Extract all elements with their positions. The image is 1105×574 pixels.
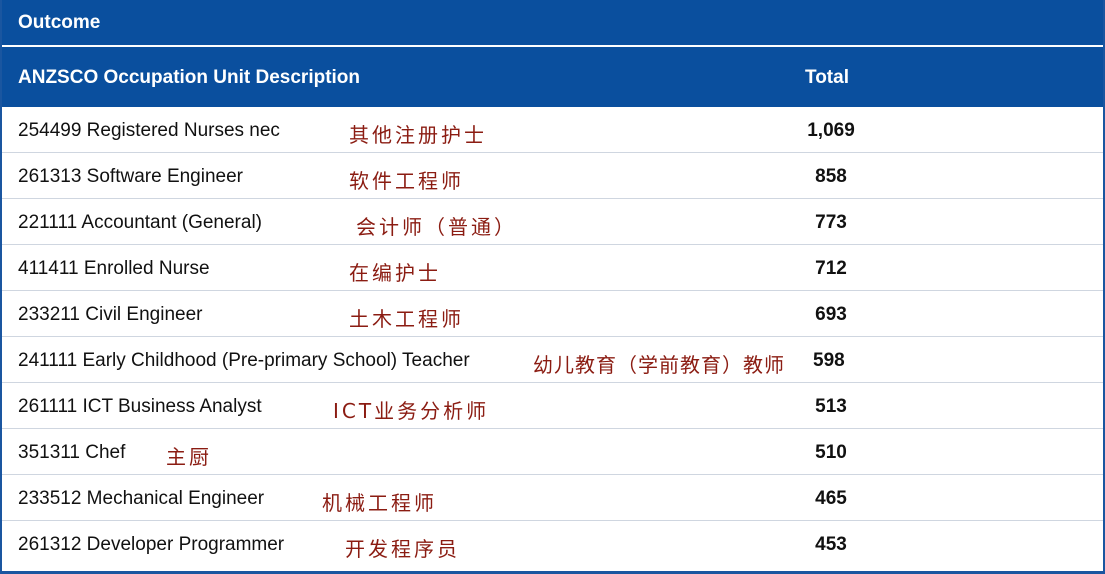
table-row: 351311 Chef 主厨 510 [2, 429, 1103, 475]
table-row: 261313 Software Engineer 软件工程师 858 [2, 153, 1103, 199]
occupation-chinese-name: 土木工程师 [349, 307, 464, 331]
occupation-description: 411411 Enrolled Nurse [18, 258, 210, 279]
table-row: 411411 Enrolled Nurse 在编护士 712 [2, 245, 1103, 291]
occupation-chinese-name: 在编护士 [349, 261, 441, 285]
table-body: 254499 Registered Nurses nec 其他注册护士 1,06… [2, 107, 1103, 567]
occupation-total: 773 [815, 212, 847, 233]
occupation-total: 513 [815, 396, 847, 417]
occupation-description: 233211 Civil Engineer [18, 304, 203, 325]
occupation-chinese-name: ICT业务分析师 [333, 399, 490, 423]
occupation-description: 261312 Developer Programmer [18, 534, 285, 555]
table-row: 221111 Accountant (General) 会计师（普通） 773 [2, 199, 1103, 245]
occupation-chinese-name: 开发程序员 [345, 537, 460, 561]
table-row: 241111 Early Childhood (Pre-primary Scho… [2, 337, 1103, 383]
column-header-total: Total [805, 67, 849, 88]
occupation-chinese-name: 会计师（普通） [356, 215, 517, 239]
occupation-table: Outcome ANZSCO Occupation Unit Descripti… [0, 0, 1105, 574]
occupation-description: 221111 Accountant (General) [18, 212, 262, 233]
occupation-chinese-name: 软件工程师 [349, 169, 464, 193]
occupation-description: 241111 Early Childhood (Pre-primary Scho… [18, 350, 470, 371]
occupation-total: 465 [815, 488, 847, 509]
occupation-chinese-name: 其他注册护士 [349, 123, 487, 147]
occupation-total: 453 [815, 534, 847, 555]
table-caption: Outcome [2, 0, 1103, 47]
table-row: 261312 Developer Programmer 开发程序员 453 [2, 521, 1103, 567]
occupation-description: 261313 Software Engineer [18, 166, 243, 187]
occupation-total: 598 [813, 350, 845, 371]
occupation-description: 233512 Mechanical Engineer [18, 488, 265, 509]
table-header-row: ANZSCO Occupation Unit Description Total [2, 47, 1103, 107]
caption-text: Outcome [18, 11, 101, 33]
occupation-total: 693 [815, 304, 847, 325]
occupation-chinese-name: 幼儿教育（学前教育）教师 [533, 353, 785, 377]
table-row: 261111 ICT Business Analyst ICT业务分析师 513 [2, 383, 1103, 429]
occupation-description: 351311 Chef [18, 442, 126, 463]
table-row: 233512 Mechanical Engineer 机械工程师 465 [2, 475, 1103, 521]
table-row: 233211 Civil Engineer 土木工程师 693 [2, 291, 1103, 337]
occupation-chinese-name: 机械工程师 [322, 491, 437, 515]
table-row: 254499 Registered Nurses nec 其他注册护士 1,06… [2, 107, 1103, 153]
occupation-description: 261111 ICT Business Analyst [18, 396, 262, 417]
occupation-total: 858 [815, 166, 847, 187]
occupation-total: 712 [815, 258, 847, 279]
occupation-total: 1,069 [807, 120, 855, 141]
occupation-total: 510 [815, 442, 847, 463]
occupation-chinese-name: 主厨 [166, 445, 212, 469]
occupation-description: 254499 Registered Nurses nec [18, 120, 280, 141]
column-header-description: ANZSCO Occupation Unit Description [18, 67, 361, 88]
